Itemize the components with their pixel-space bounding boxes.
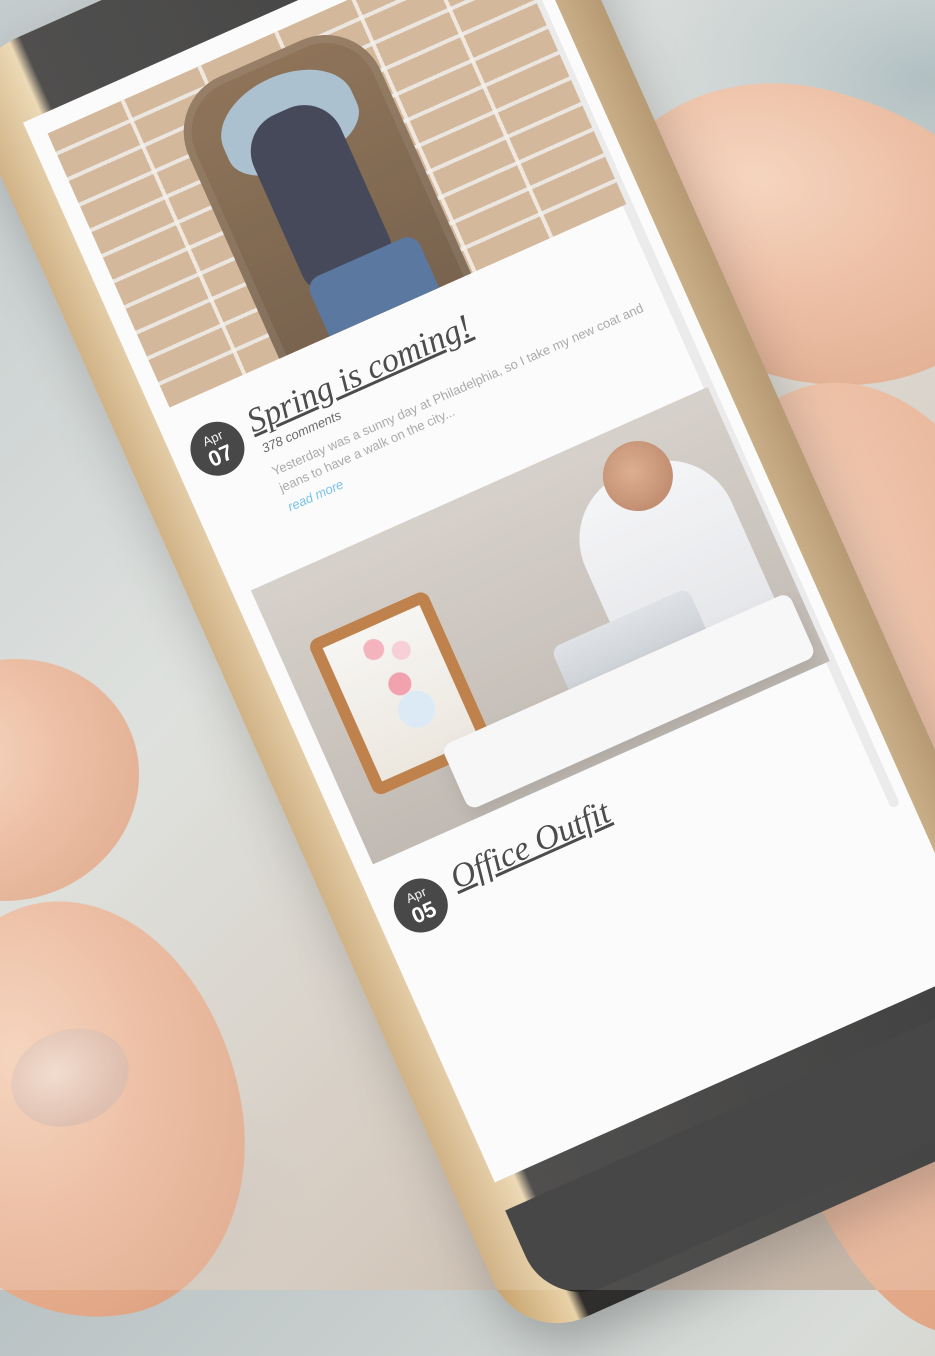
date-badge: Apr 05 (385, 869, 457, 942)
post-spring: Apr 07 Spring is coming! 378 comments Ye… (47, 0, 646, 514)
date-badge: Apr 07 (181, 413, 254, 485)
